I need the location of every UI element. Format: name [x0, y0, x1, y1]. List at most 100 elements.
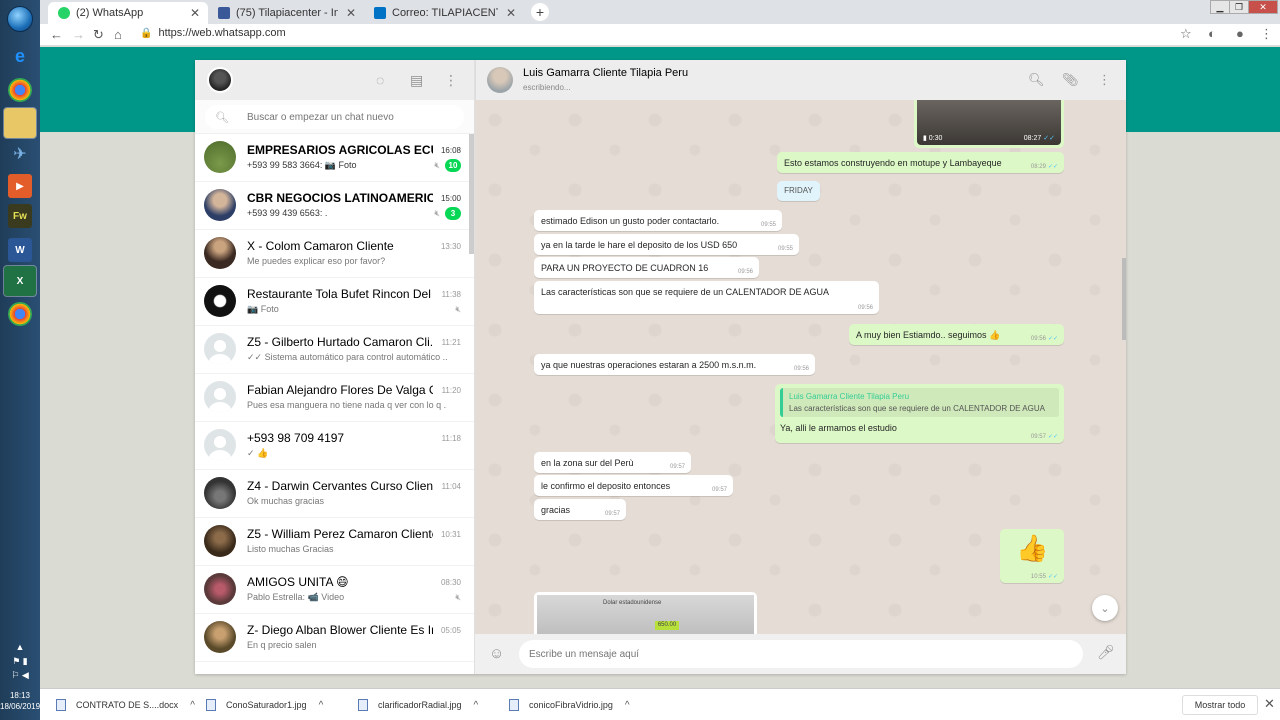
- chat-item[interactable]: X - Colom Camaron Cliente 13:30 Me puede…: [195, 230, 474, 278]
- conversation-scrollbar[interactable]: [1122, 258, 1126, 340]
- chat-item[interactable]: Z- Diego Alban Blower Cliente Es In... 0…: [195, 614, 474, 662]
- forward-icon[interactable]: →: [72, 27, 85, 42]
- chat-item[interactable]: Z4 - Darwin Cervantes Curso Client... 11…: [195, 470, 474, 518]
- back-icon[interactable]: ←: [50, 27, 63, 42]
- tab-whatsapp[interactable]: (2) WhatsApp ✕: [48, 2, 208, 24]
- message-in[interactable]: le confirmo el deposito entonces 09:57: [534, 475, 733, 496]
- fireworks-icon[interactable]: Fw: [8, 204, 32, 228]
- microphone-icon[interactable]: 🎤︎: [1097, 644, 1115, 661]
- download-item[interactable]: conicoFibraVidrio.jpg ^: [509, 696, 630, 714]
- chat-item[interactable]: AMIGOS UNITA 😄 08:30 Pablo Estrella: 📹 V…: [195, 566, 474, 614]
- message-in[interactable]: ya que nuestras operaciones estaran a 25…: [534, 354, 815, 375]
- menu-icon[interactable]: ⋮: [444, 72, 458, 89]
- message-in[interactable]: en la zona sur del Perù 09:57: [534, 452, 691, 473]
- chevron-up-icon[interactable]: ^: [474, 700, 479, 711]
- chat-item[interactable]: Restaurante Tola Bufet Rincon Del ... 11…: [195, 278, 474, 326]
- quoted-message[interactable]: Luis Gamarra Cliente Tilapia Peru Las ca…: [780, 388, 1059, 417]
- window-close-button[interactable]: ✕: [1248, 0, 1278, 14]
- system-tray[interactable]: ▲ ⚑ ▮ ⚐ ◀: [0, 640, 40, 682]
- close-icon[interactable]: ✕: [346, 6, 356, 20]
- system-clock[interactable]: 18:13 18/06/2019: [0, 690, 40, 712]
- bookmark-star-icon[interactable]: ☆: [1180, 26, 1192, 42]
- tab-facebook[interactable]: (75) Tilapiacenter - Inicio ✕: [208, 2, 364, 24]
- message-out[interactable]: A muy bien Estiamdo.. seguimos 👍 09:56 ✓✓: [849, 324, 1064, 345]
- download-item[interactable]: clarificadorRadial.jpg ^: [358, 696, 478, 714]
- message-out-reply[interactable]: Luis Gamarra Cliente Tilapia Peru Las ca…: [775, 384, 1064, 443]
- video-message[interactable]: ▮ 0:30 08:27 ✓✓: [914, 100, 1064, 148]
- chrome-icon[interactable]: [8, 78, 32, 102]
- chat-list: EMPRESARIOS AGRICOLAS ECU 16:08 +593 99 …: [195, 134, 474, 674]
- chrome-icon-2[interactable]: [8, 302, 32, 326]
- close-icon[interactable]: ✕: [190, 6, 200, 20]
- tab-label: (2) WhatsApp: [76, 7, 144, 19]
- close-icon[interactable]: ✕: [1264, 696, 1275, 712]
- chat-time: 11:20: [441, 386, 461, 395]
- chat-item[interactable]: Fabian Alejandro Flores De Valga C... 11…: [195, 374, 474, 422]
- ie-icon[interactable]: e: [8, 44, 32, 68]
- chat-item[interactable]: +593 98 709 4197 11:18 ✓ 👍: [195, 422, 474, 470]
- clock-time: 18:13: [9, 691, 31, 700]
- chevron-up-icon[interactable]: ^: [190, 700, 195, 711]
- chat-item[interactable]: CBR NEGOCIOS LATINOAMERIC 15:00 +593 99 …: [195, 182, 474, 230]
- chevron-up-icon[interactable]: ^: [319, 700, 324, 711]
- minimize-button[interactable]: ▁: [1210, 0, 1230, 14]
- chrome-menu-icon[interactable]: ⋮: [1260, 26, 1273, 42]
- home-icon[interactable]: ⌂: [114, 27, 122, 42]
- menu-icon[interactable]: ⋮: [1098, 72, 1111, 88]
- search-area: 🔍︎: [195, 100, 474, 134]
- scroll-down-button[interactable]: ⌄: [1092, 595, 1118, 621]
- contact-avatar[interactable]: [487, 67, 513, 93]
- unread-badge: 3: [445, 207, 461, 220]
- message-in[interactable]: PARA UN PROYECTO DE CUADRON 16 09:56: [534, 257, 759, 278]
- search-input[interactable]: [247, 111, 447, 123]
- image-message[interactable]: Dolar estadounidense 650.00: [534, 592, 757, 634]
- chat-list-scrollbar[interactable]: [469, 134, 474, 254]
- emoji-icon[interactable]: ☺: [489, 645, 504, 662]
- my-avatar[interactable]: [207, 67, 233, 93]
- chat-item[interactable]: EMPRESARIOS AGRICOLAS ECU 16:08 +593 99 …: [195, 134, 474, 182]
- start-button[interactable]: [7, 6, 33, 32]
- status-icon[interactable]: ◌: [376, 72, 384, 88]
- chevron-up-icon[interactable]: ^: [625, 700, 630, 711]
- extension-icon[interactable]: ◐: [1208, 26, 1216, 41]
- whatsapp-app: ◌ ▤ ⋮ 🔍︎ EMPRESARIOS AGRICOLAS ECU 16:08: [195, 60, 1126, 674]
- attach-icon[interactable]: 📎︎: [1062, 72, 1079, 88]
- reload-icon[interactable]: ↻: [93, 27, 104, 43]
- tab-outlook[interactable]: Correo: TILAPIACENTER -- IDEA I ✕: [364, 2, 524, 24]
- download-item[interactable]: CONTRATO DE S....docx ^: [56, 696, 195, 714]
- image-file-icon: [206, 699, 216, 711]
- word-icon[interactable]: W: [8, 238, 32, 262]
- profile-icon[interactable]: ●: [1236, 26, 1244, 41]
- close-icon[interactable]: ✕: [506, 6, 516, 20]
- lock-icon: 🔒: [140, 28, 153, 39]
- outlook-favicon-icon: [374, 7, 386, 19]
- message-out-emoji[interactable]: 👍 10:55 ✓✓: [1000, 529, 1064, 583]
- chat-preview: Listo muchas Gracias: [247, 544, 334, 554]
- excel-icon[interactable]: X: [3, 265, 37, 297]
- media-player-icon[interactable]: ▶: [8, 174, 32, 198]
- search-box[interactable]: 🔍︎: [205, 105, 464, 129]
- chat-preview: ✓✓ Sistema automático para control autom…: [247, 352, 447, 362]
- message-in[interactable]: ya en la tarde le hare el deposito de lo…: [534, 234, 799, 255]
- chat-item[interactable]: Z5 - William Perez Camaron Cliente 10:31…: [195, 518, 474, 566]
- message-in[interactable]: Las características son que se requiere …: [534, 281, 879, 314]
- address-bar[interactable]: 🔒 https://web.whatsapp.com: [140, 27, 286, 39]
- search-icon[interactable]: 🔍︎: [1028, 72, 1045, 88]
- new-chat-icon[interactable]: ▤: [410, 72, 423, 89]
- message-input[interactable]: [519, 640, 1083, 668]
- show-all-downloads-button[interactable]: Mostrar todo: [1182, 695, 1258, 715]
- file-explorer-icon[interactable]: [3, 107, 37, 139]
- message-in[interactable]: estimado Edison un gusto poder contactar…: [534, 210, 782, 231]
- new-tab-button[interactable]: +: [531, 3, 549, 21]
- download-item[interactable]: ConoSaturador1.jpg ^: [206, 696, 323, 714]
- message-in[interactable]: gracias 09:57: [534, 499, 626, 520]
- message-time: 09:56: [1030, 336, 1046, 342]
- conversation-header[interactable]: Luis Gamarra Cliente Tilapia Peru escrib…: [475, 60, 1126, 100]
- chat-item[interactable]: Z5 - Gilberto Hurtado Camaron Cli... 11:…: [195, 326, 474, 374]
- video-duration-text: 0:30: [928, 135, 943, 142]
- maximize-button[interactable]: ❐: [1229, 0, 1249, 14]
- message-out[interactable]: Esto estamos construyendo en motupe y La…: [777, 152, 1064, 173]
- chat-time: 11:21: [441, 338, 461, 347]
- receipt-amount: 650.00: [655, 621, 679, 630]
- network-tool-icon[interactable]: ✈: [8, 142, 32, 166]
